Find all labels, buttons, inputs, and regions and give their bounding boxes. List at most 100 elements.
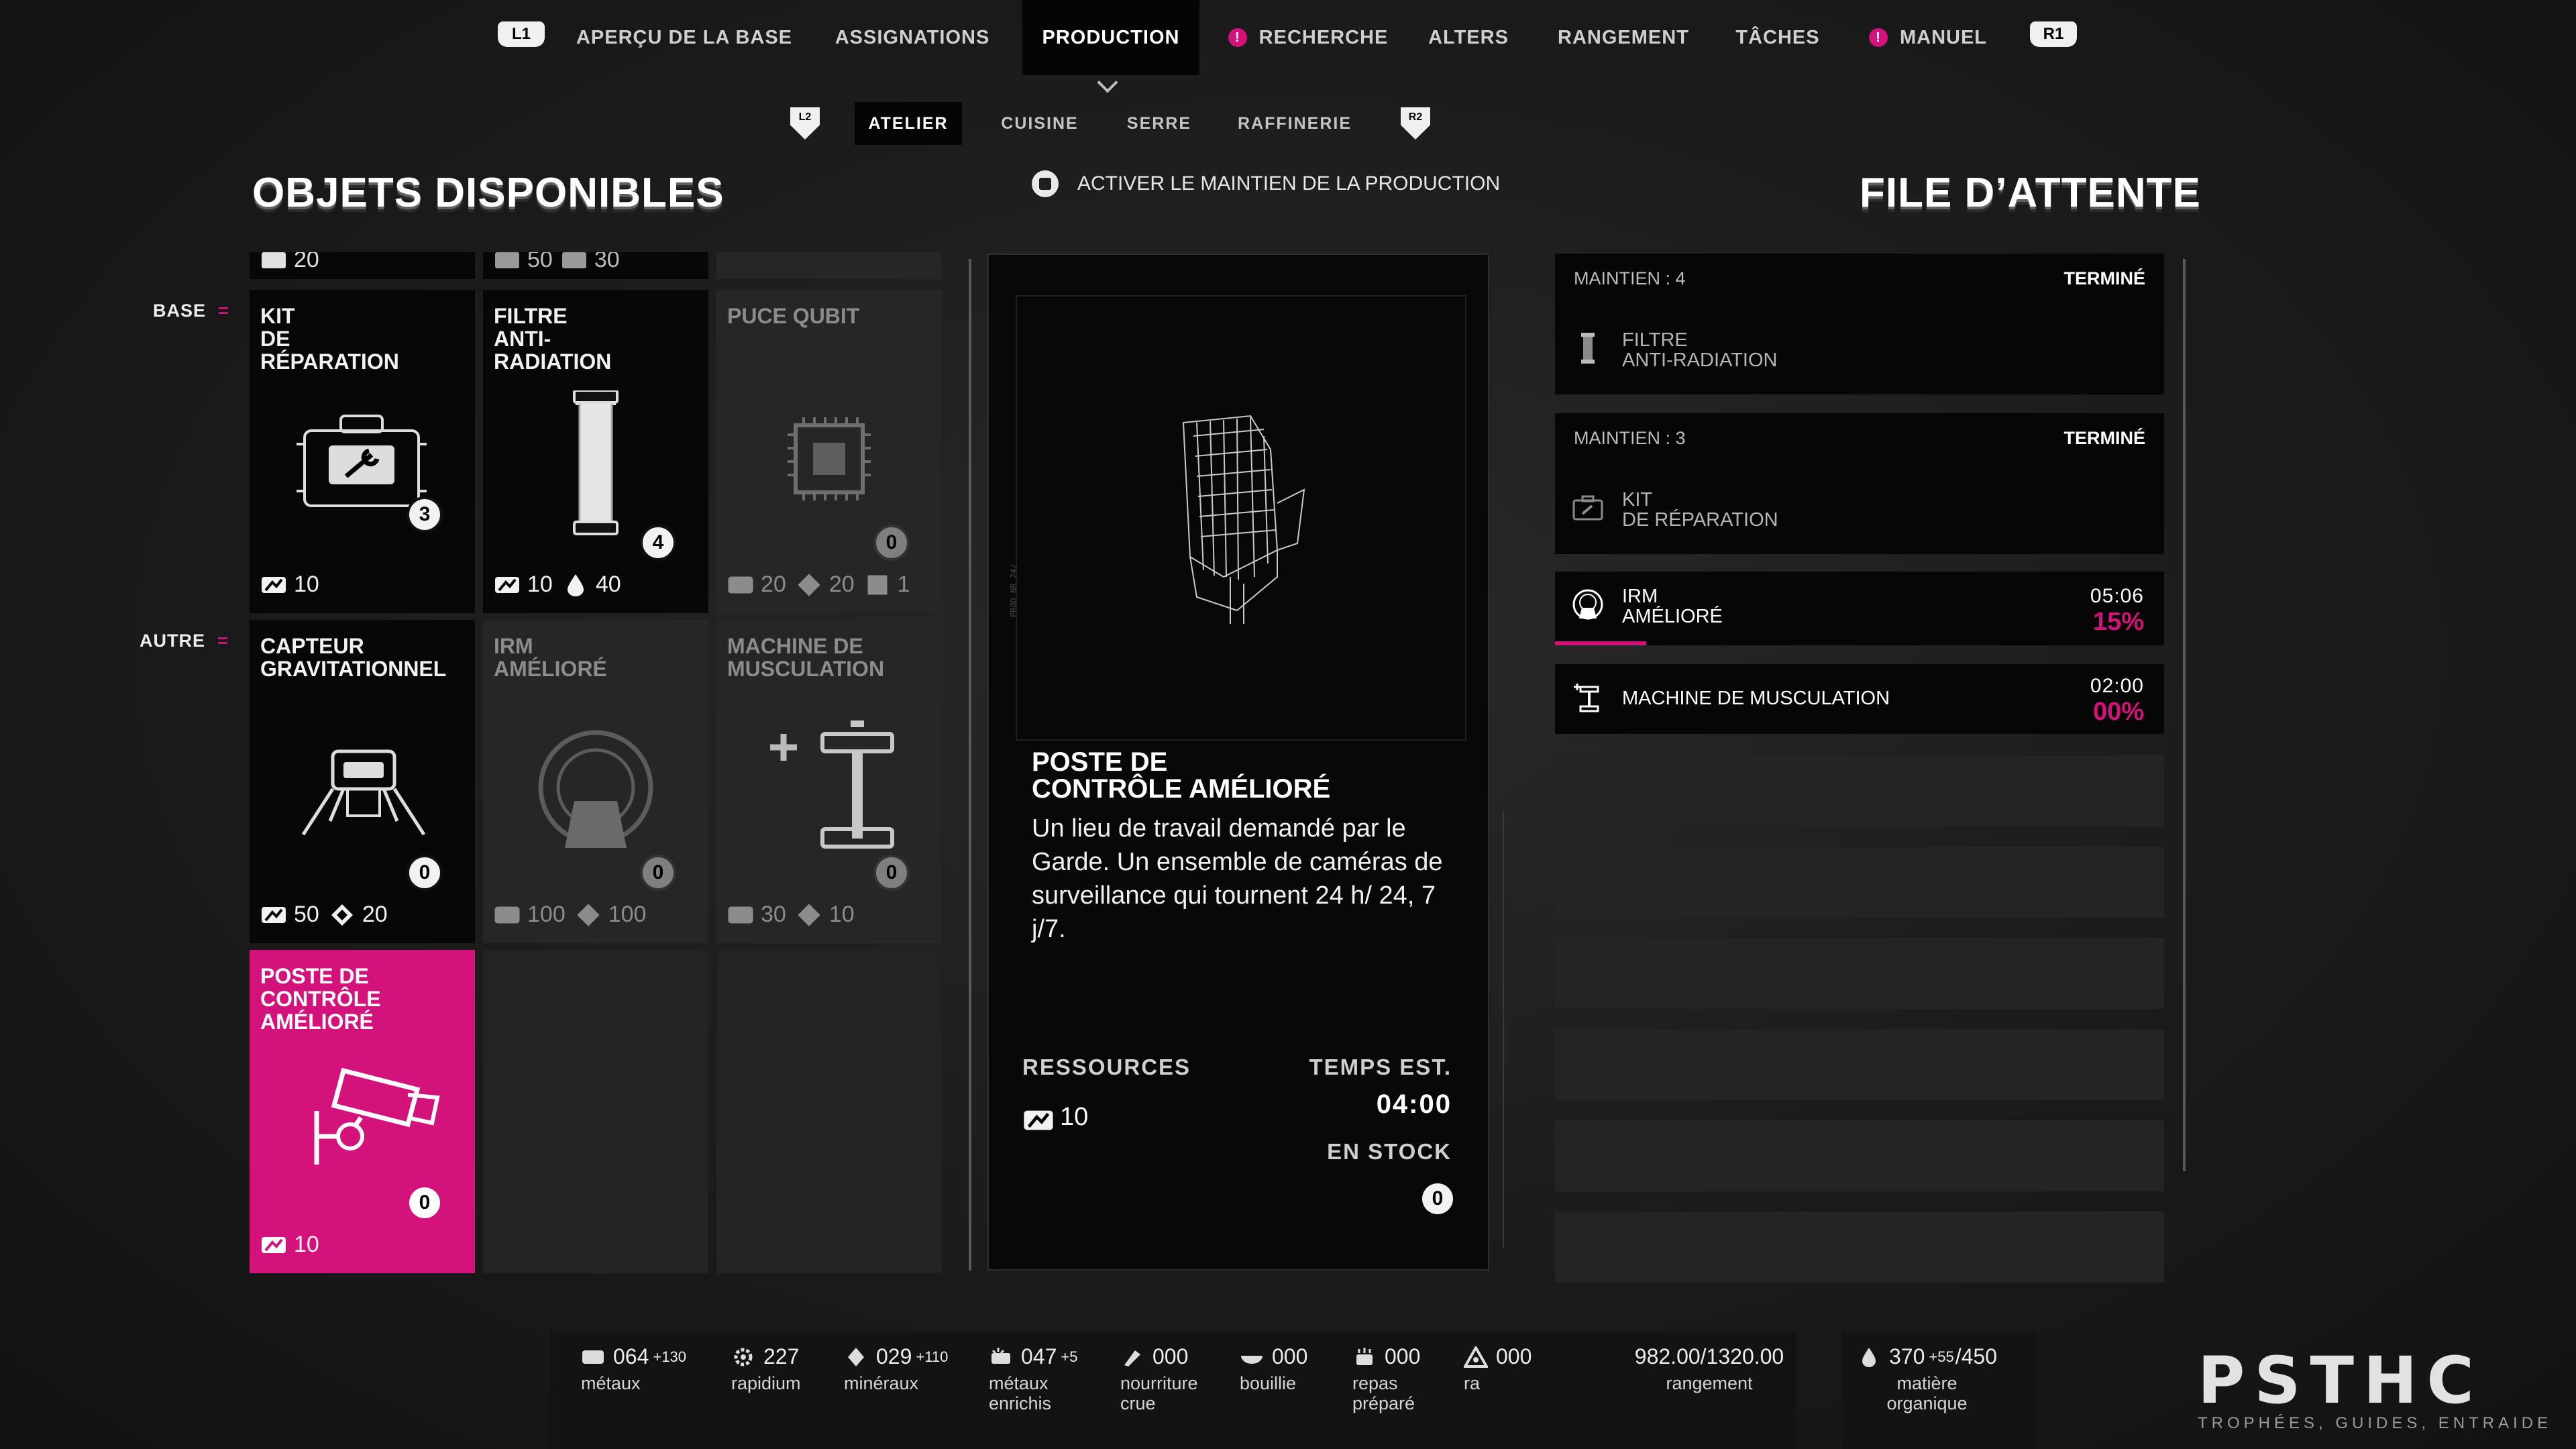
item-card-irm-ameliore[interactable]: IRM AMÉLIORÉ 0 100 100 <box>483 620 708 943</box>
tab-rangement[interactable]: RANGEMENT <box>1543 0 1704 75</box>
tab-recherche[interactable]: RECHERCHE <box>1222 0 1394 75</box>
item-stock-count: 4 <box>640 525 676 561</box>
porridge-icon <box>1241 1355 1263 1364</box>
item-detail-panel: PROD_NR_24/ POSTE DE CONTRÔLE AMÉLIORÉ U… <box>987 254 1489 1271</box>
queue-empty-slot <box>1555 847 2164 918</box>
mineral-icon <box>575 903 602 927</box>
checkbox-icon[interactable] <box>1032 170 1059 197</box>
resource-metaux: 064 +130 métaux <box>581 1344 686 1393</box>
resources-label: RESSOURCES <box>1022 1055 1191 1079</box>
detail-item-name: POSTE DE CONTRÔLE AMÉLIORÉ <box>1032 747 1331 804</box>
resource-mineraux: 029 +110 minéraux <box>844 1344 949 1393</box>
item-stock-count: 0 <box>640 855 676 891</box>
item-card-poste-controle-ameliore[interactable]: POSTE DE CONTRÔLE AMÉLIORÉ 0 10 <box>250 950 475 1273</box>
filter-icon <box>573 390 619 535</box>
item-card-filtre-anti-radiation[interactable]: FILTRE ANTI- RADIATION 4 10 40 <box>483 290 708 613</box>
gear-icon <box>734 1348 753 1366</box>
psthc-watermark-logo: PSTHC TROPHÉES, GUIDES, ENTRAIDE <box>2198 1343 2553 1432</box>
resource-metaux-enrichis: 047 +5 métaux enrichis <box>989 1344 1078 1413</box>
dumbbell-icon <box>770 720 894 849</box>
detail-description: Un lieu de travail demandé par le Garde.… <box>1032 814 1443 943</box>
meal-icon <box>1356 1347 1373 1365</box>
item-card-machine-musculation[interactable]: MACHINE DE MUSCULATION 0 30 10 <box>716 620 942 943</box>
water-icon <box>1862 1347 1876 1367</box>
grid-scrollbar[interactable] <box>969 259 971 1271</box>
metal-icon <box>727 903 754 927</box>
mineral-icon <box>796 573 822 597</box>
available-items-title: OBJETS DISPONIBLES <box>252 170 724 216</box>
metal-icon <box>260 573 287 597</box>
detail-side-line <box>1503 812 1504 1248</box>
tab-assignations[interactable]: ASSIGNATIONS <box>817 0 1008 75</box>
item-costs: 10 <box>260 572 319 598</box>
tab-taches[interactable]: TÂCHES <box>1724 0 1831 75</box>
storage-capacity: 982.00/1320.00 rangement <box>1634 1344 1784 1393</box>
partial-item-card[interactable]: 20 <box>250 252 475 279</box>
security-camera-icon <box>314 1067 440 1165</box>
chip-icon <box>788 417 871 500</box>
item-card-kit-reparation[interactable]: KIT DE RÉPARATION 3 10 <box>250 290 475 613</box>
queue-scrollbar[interactable] <box>2183 259 2186 1171</box>
alert-icon <box>1868 28 1888 47</box>
r2-button-hint[interactable]: R2 <box>1401 107 1430 140</box>
toolkit-icon <box>1572 495 1603 521</box>
item-stock-count: 0 <box>873 525 910 561</box>
mineral-icon <box>329 903 356 927</box>
dumbbell-icon <box>1574 684 1599 712</box>
queue-item[interactable]: MAINTIEN : 3 TERMINÉ KIT DE RÉPARATION <box>1555 413 2164 554</box>
tab-alters[interactable]: ALTERS <box>1418 0 1519 75</box>
item-costs: 100 100 <box>494 902 646 928</box>
item-name: KIT DE RÉPARATION <box>260 304 399 374</box>
maintain-production-toggle[interactable]: ACTIVER LE MAINTIEN DE LA PRODUCTION <box>1032 169 1500 199</box>
item-name: POSTE DE CONTRÔLE AMÉLIORÉ <box>260 964 381 1034</box>
gravity-sensor-icon <box>301 749 426 836</box>
tab-apercu-base[interactable]: APERÇU DE LA BASE <box>572 0 797 75</box>
time-label: TEMPS EST. <box>1309 1055 1452 1079</box>
item-costs: 10 <box>260 1232 319 1258</box>
partial-item-card[interactable] <box>716 252 942 279</box>
l1-button-hint[interactable]: L1 <box>498 21 545 47</box>
category-base-label: BASE = <box>153 301 229 321</box>
queue-progress-bar <box>1555 641 1646 645</box>
empty-slot <box>483 950 708 1273</box>
tab-cuisine[interactable]: CUISINE <box>986 102 1093 145</box>
resources-value: 10 <box>1022 1103 1088 1132</box>
metal-icon <box>1022 1106 1053 1130</box>
queue-empty-slot <box>1555 1029 2164 1100</box>
queue-item-pending[interactable]: MACHINE DE MUSCULATION 02:00 00% <box>1555 664 2164 734</box>
tab-production[interactable]: PRODUCTION <box>1022 0 1199 75</box>
item-costs: 30 10 <box>727 902 855 928</box>
r1-button-hint[interactable]: R1 <box>2030 21 2077 47</box>
chair-wireframe-icon <box>1182 415 1305 624</box>
partial-item-card[interactable]: 50 30 <box>483 252 708 279</box>
metal-icon <box>582 1350 604 1364</box>
tab-manuel[interactable]: MANUEL <box>1854 0 2002 75</box>
item-costs: 20 20 1 <box>727 572 910 598</box>
item-name: MACHINE DE MUSCULATION <box>727 634 885 681</box>
mineral-icon <box>848 1347 864 1366</box>
resource-ra: 000 ra <box>1464 1344 1532 1393</box>
metal-icon <box>494 903 521 927</box>
item-costs: 50 20 <box>260 902 388 928</box>
tab-serre[interactable]: SERRE <box>1114 102 1205 145</box>
stock-label: EN STOCK <box>1327 1139 1452 1164</box>
item-card-capteur-gravitationnel[interactable]: CAPTEUR GRAVITATIONNEL 0 50 20 <box>250 620 475 943</box>
alert-icon <box>1228 28 1247 47</box>
resource-bouillie: 000 bouillie <box>1240 1344 1308 1393</box>
resource-rapidium: 227 rapidium <box>731 1344 801 1393</box>
queue-item-in-progress[interactable]: IRM AMÉLIORÉ 05:06 15% <box>1555 572 2164 645</box>
mri-icon <box>1572 589 1603 620</box>
enriched-metal-icon <box>991 1347 1010 1364</box>
l2-button-hint[interactable]: L2 <box>790 107 820 140</box>
tab-atelier[interactable]: ATELIER <box>855 102 962 145</box>
queue-item[interactable]: MAINTIEN : 4 TERMINÉ FILTRE ANTI-RADIATI… <box>1555 254 2164 394</box>
stock-value: 0 <box>1422 1183 1453 1214</box>
item-card-puce-qubit[interactable]: PUCE QUBIT 0 20 20 1 <box>716 290 942 613</box>
queue-empty-slot <box>1555 938 2164 1009</box>
item-costs: 10 40 <box>494 572 621 598</box>
ra-icon <box>1464 1346 1488 1368</box>
queue-empty-slot <box>1555 755 2164 826</box>
tab-raffinerie[interactable]: RAFFINERIE <box>1228 102 1362 145</box>
blueprint-text: PROD_NR_24/ <box>1009 564 1018 617</box>
mri-icon <box>538 730 653 848</box>
